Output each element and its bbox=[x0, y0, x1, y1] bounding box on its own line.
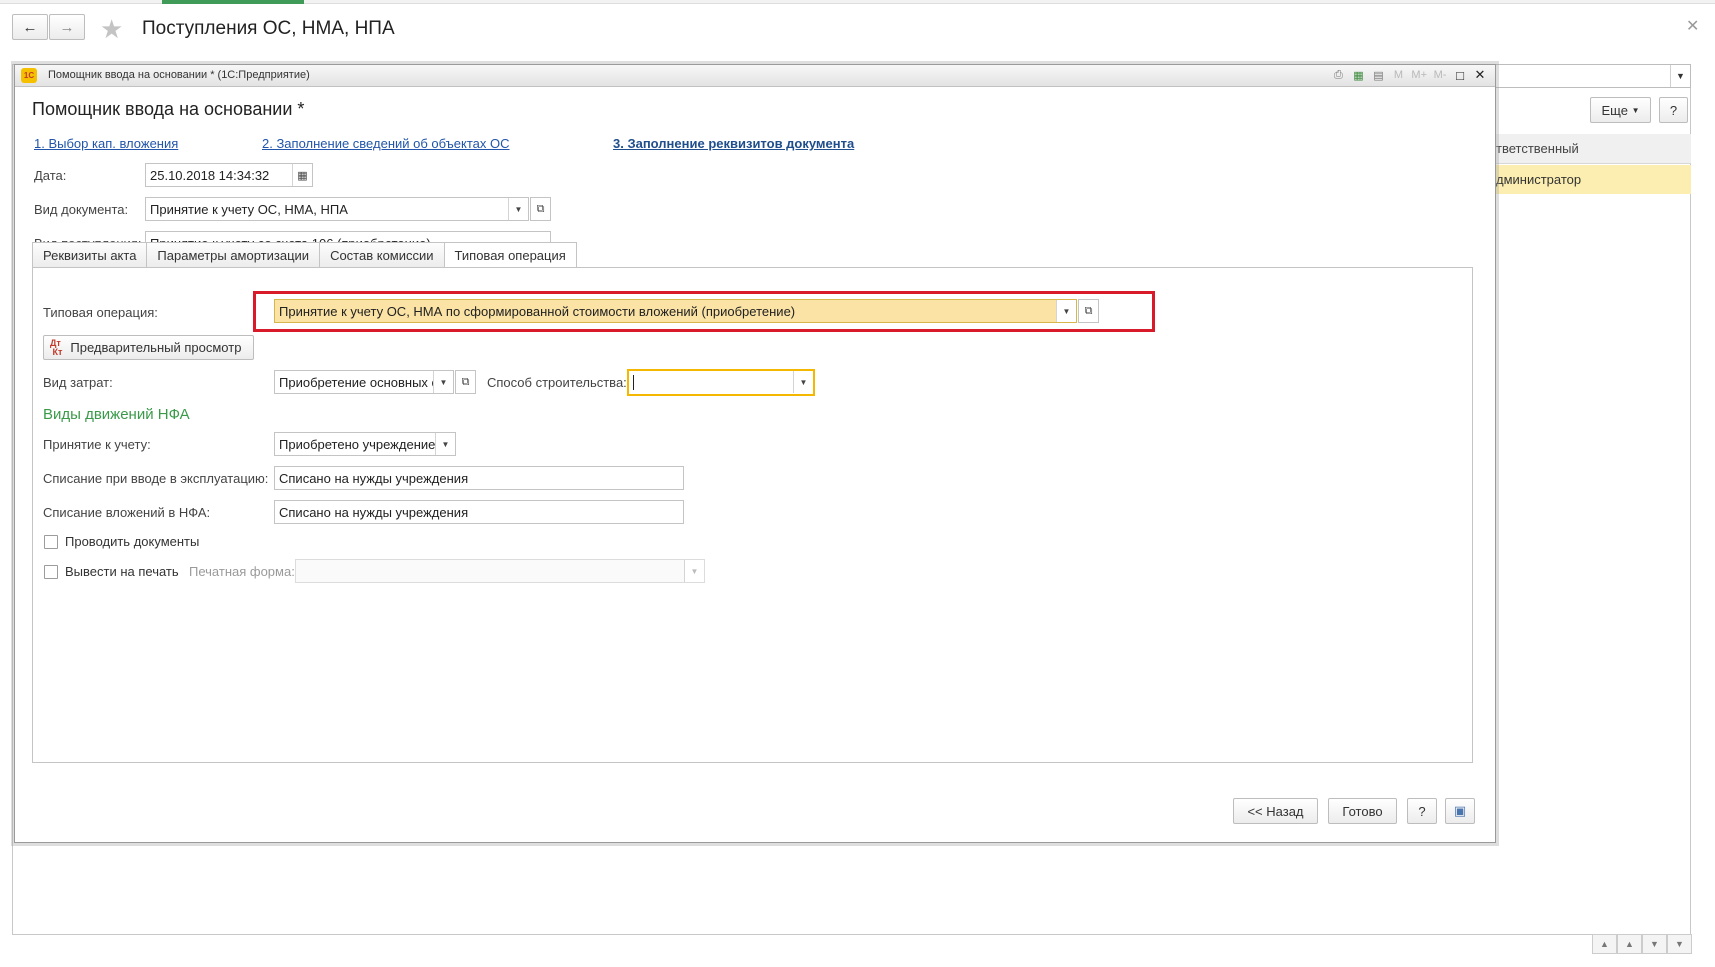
acceptance-label: Принятие к учету: bbox=[43, 437, 151, 452]
close-dialog-icon[interactable]: ✕ bbox=[1473, 67, 1487, 83]
writeoff-commission-label: Списание при вводе в эксплуатацию: bbox=[43, 471, 269, 486]
more-button[interactable]: Еще ▼ bbox=[1590, 97, 1651, 123]
writeoff-invest-value: Списано на нужды учреждения bbox=[279, 505, 469, 520]
open-cost-type-icon[interactable]: ⧉ bbox=[455, 370, 476, 394]
scroll-bottom-icon[interactable]: ▼ bbox=[1667, 934, 1692, 954]
date-field[interactable]: 25.10.2018 14:34:32 ▦ bbox=[145, 163, 313, 187]
step-link-3[interactable]: 3. Заполнение реквизитов документа bbox=[613, 136, 854, 151]
acceptance-field[interactable]: Приобретено учреждение ▼ bbox=[274, 432, 456, 456]
settings-icon: ▣ bbox=[1453, 803, 1467, 818]
preview-button[interactable]: Дт Кт Предварительный просмотр bbox=[43, 335, 254, 360]
tab-typical-operation[interactable]: Типовая операция bbox=[443, 242, 577, 268]
maximize-icon[interactable]: □ bbox=[1453, 68, 1467, 83]
tab-bar: Реквизиты акта Параметры амортизации Сос… bbox=[32, 242, 577, 268]
1c-logo-icon: 1С bbox=[21, 68, 37, 83]
doc-type-field[interactable]: Принятие к учету ОС, НМА, НПА ▼ bbox=[145, 197, 529, 221]
cost-type-value: Приобретение основных с bbox=[279, 375, 439, 390]
forward-nav-button[interactable]: → bbox=[49, 14, 85, 40]
tab-commission[interactable]: Состав комиссии bbox=[319, 242, 444, 268]
calendar-picker-icon[interactable]: ▦ bbox=[292, 164, 312, 186]
scroll-top-icon[interactable]: ▲ bbox=[1592, 934, 1617, 954]
list-scroll-buttons: ▲ ▲ ▼ ▼ bbox=[1592, 934, 1692, 954]
step-link-2[interactable]: 2. Заполнение сведений об объектах ОС bbox=[262, 136, 510, 151]
dialog-window-title: Помощник ввода на основании * (1С:Предпр… bbox=[48, 69, 310, 81]
open-typical-op-icon[interactable]: ⧉ bbox=[1078, 299, 1099, 323]
cost-type-label: Вид затрат: bbox=[43, 375, 113, 390]
doc-type-value: Принятие к учету ОС, НМА, НПА bbox=[150, 202, 348, 217]
settings-button[interactable]: ▣ bbox=[1445, 798, 1475, 824]
writeoff-invest-field[interactable]: Списано на нужды учреждения bbox=[274, 500, 684, 524]
date-label: Дата: bbox=[34, 168, 67, 183]
construction-value bbox=[633, 375, 635, 390]
acceptance-value: Приобретено учреждение bbox=[279, 437, 436, 452]
chevron-down-icon[interactable]: ▼ bbox=[433, 371, 453, 393]
assistant-dialog: 1С Помощник ввода на основании * (1С:Пре… bbox=[14, 64, 1496, 843]
tab-depreciation[interactable]: Параметры амортизации bbox=[146, 242, 320, 268]
active-tab-indicator bbox=[162, 0, 304, 4]
favorite-star-icon[interactable]: ★ bbox=[100, 14, 123, 45]
arrow-left-icon: ← bbox=[22, 18, 38, 36]
memory-mplus-button[interactable]: M+ bbox=[1411, 69, 1427, 81]
section-title-nfa: Виды движений НФА bbox=[43, 406, 190, 423]
background-combo[interactable]: ▼ bbox=[1492, 64, 1691, 88]
print-label: Вывести на печать bbox=[65, 564, 179, 579]
help-button-bg[interactable]: ? bbox=[1659, 97, 1688, 123]
calculator-icon[interactable]: ▦ bbox=[1351, 69, 1365, 82]
chevron-down-icon[interactable]: ▼ bbox=[435, 433, 455, 455]
back-button[interactable]: << Назад bbox=[1233, 798, 1318, 824]
print-checkbox[interactable] bbox=[44, 565, 58, 579]
doc-type-label: Вид документа: bbox=[34, 202, 129, 217]
construction-field[interactable]: ▼ bbox=[627, 369, 815, 396]
dialog-titlebar: 1С Помощник ввода на основании * (1С:Пре… bbox=[15, 65, 1495, 87]
writeoff-commission-value: Списано на нужды учреждения bbox=[279, 471, 469, 486]
construction-label: Способ строительства: bbox=[487, 375, 627, 390]
open-doc-type-icon[interactable]: ⧉ bbox=[530, 197, 551, 221]
chevron-down-icon[interactable]: ▼ bbox=[793, 371, 813, 393]
memory-mminus-button[interactable]: M- bbox=[1433, 69, 1447, 81]
dt-kt-icon: Дт Кт bbox=[50, 337, 63, 357]
titlebar-tools: ⎙ ▦ ▤ M M+ M- □ ✕ bbox=[1331, 67, 1487, 83]
typical-op-field[interactable]: Принятие к учету ОС, НМА по сформированн… bbox=[274, 299, 1077, 323]
help-button[interactable]: ? bbox=[1407, 798, 1437, 824]
print-icon[interactable]: ⎙ bbox=[1331, 69, 1345, 82]
step-link-1[interactable]: 1. Выбор кап. вложения bbox=[34, 136, 178, 151]
print-form-field[interactable]: ▼ bbox=[295, 559, 705, 583]
print-form-label: Печатная форма: bbox=[189, 564, 295, 579]
table-row-selected[interactable]: дминистратор bbox=[1492, 165, 1691, 194]
chevron-down-icon[interactable]: ▼ bbox=[1670, 65, 1690, 87]
back-nav-button[interactable]: ← bbox=[12, 14, 48, 40]
chevron-down-icon[interactable]: ▼ bbox=[1056, 300, 1076, 322]
scroll-down-icon[interactable]: ▼ bbox=[1642, 934, 1667, 954]
writeoff-commission-field[interactable]: Списано на нужды учреждения bbox=[274, 466, 684, 490]
dialog-heading: Помощник ввода на основании * bbox=[32, 99, 305, 119]
column-header-responsible[interactable]: тветственный bbox=[1492, 134, 1691, 164]
tab-act-details[interactable]: Реквизиты акта bbox=[32, 242, 147, 268]
cost-type-field[interactable]: Приобретение основных с ▼ bbox=[274, 370, 454, 394]
date-value: 25.10.2018 14:34:32 bbox=[150, 168, 270, 183]
chevron-down-icon: ▼ bbox=[1631, 105, 1640, 115]
close-icon[interactable]: ✕ bbox=[1686, 16, 1699, 36]
scroll-up-icon[interactable]: ▲ bbox=[1617, 934, 1642, 954]
writeoff-invest-label: Списание вложений в НФА: bbox=[43, 505, 211, 520]
preview-button-label: Предварительный просмотр bbox=[70, 340, 242, 355]
chevron-down-icon[interactable]: ▼ bbox=[684, 560, 704, 582]
calendar-icon[interactable]: ▤ bbox=[1371, 69, 1385, 82]
more-button-label: Еще bbox=[1601, 102, 1628, 118]
arrow-right-icon: → bbox=[59, 18, 75, 36]
typical-op-value: Принятие к учету ОС, НМА по сформированн… bbox=[279, 304, 796, 319]
done-button[interactable]: Готово bbox=[1328, 798, 1397, 824]
top-tab-strip bbox=[0, 0, 1715, 4]
typical-op-label: Типовая операция: bbox=[43, 305, 158, 320]
chevron-down-icon[interactable]: ▼ bbox=[508, 198, 528, 220]
page-title: Поступления ОС, НМА, НПА bbox=[142, 18, 395, 39]
memory-m-button[interactable]: M bbox=[1391, 69, 1405, 81]
post-documents-checkbox[interactable] bbox=[44, 535, 58, 549]
post-documents-label: Проводить документы bbox=[65, 534, 200, 549]
